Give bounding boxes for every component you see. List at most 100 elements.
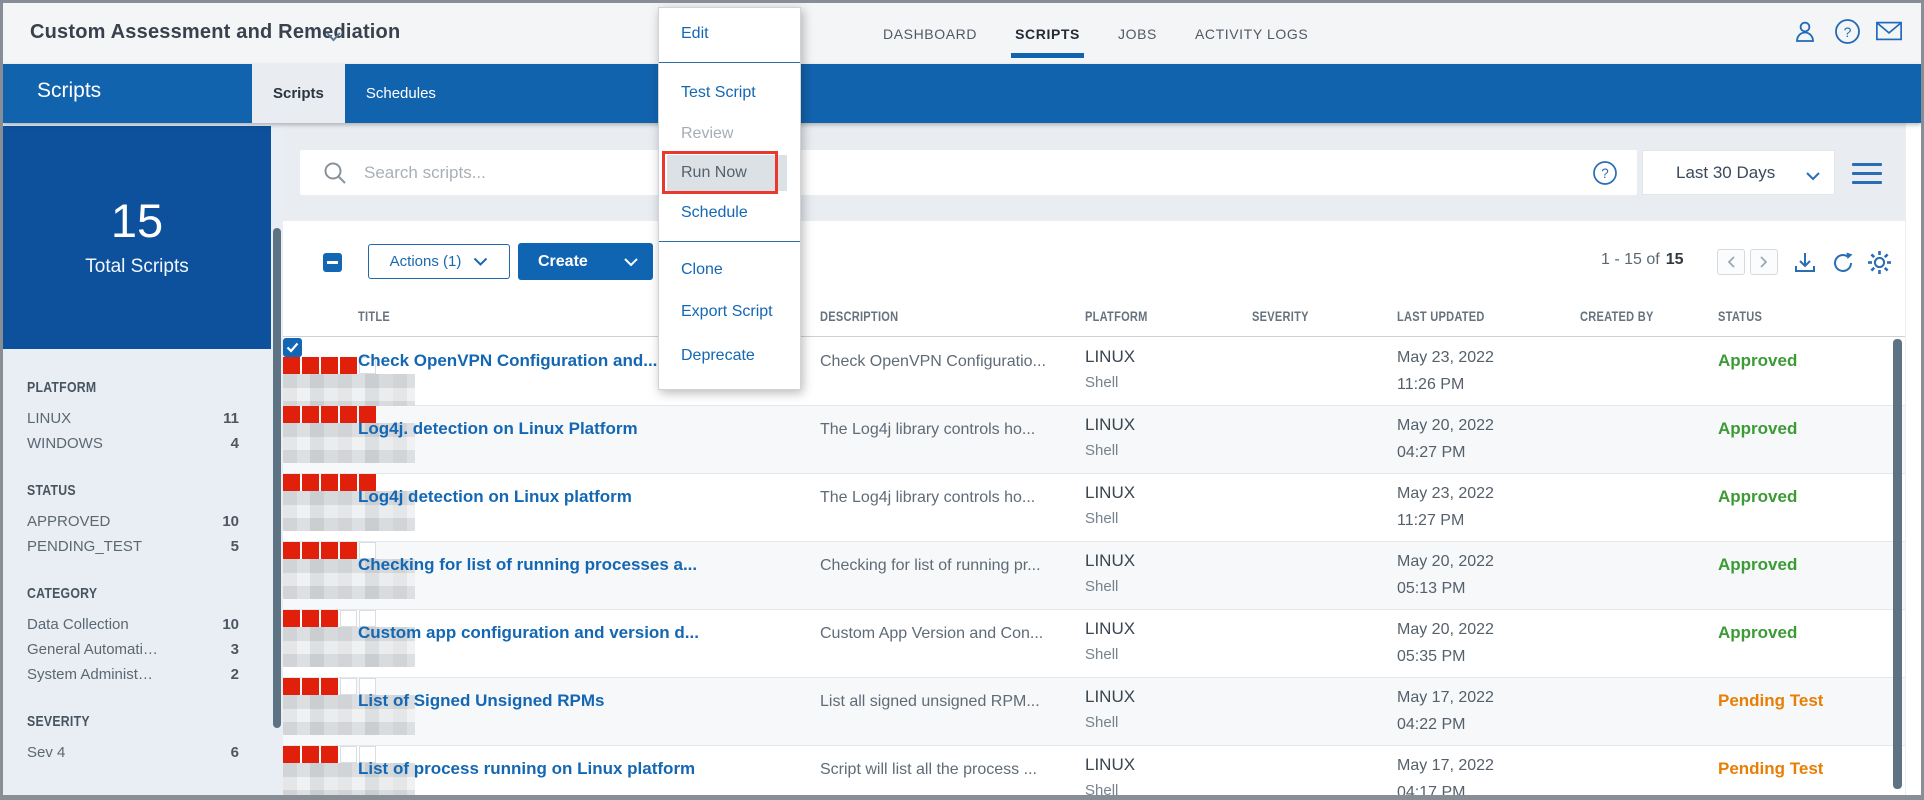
status-badge: Approved: [1718, 623, 1798, 642]
annotation-box: [662, 151, 778, 194]
script-title-link[interactable]: List of process running on Linux platfor…: [358, 759, 813, 779]
facet-section-category: CATEGORY Data Collection 10 General Automat…: [27, 585, 283, 687]
prev-page-button[interactable]: [1717, 249, 1745, 275]
total-scripts-count: 15: [110, 194, 164, 247]
facet-section-title: SEVERITY: [27, 713, 283, 730]
script-title-link[interactable]: Log4j. detection on Linux Platform: [358, 419, 813, 439]
download-icon[interactable]: [1791, 249, 1818, 276]
menu-item-edit[interactable]: Edit: [659, 14, 800, 54]
column-header-status[interactable]: STATUS: [1718, 309, 1772, 324]
script-title-link[interactable]: Custom app configuration and version d..…: [358, 623, 813, 643]
refresh-icon[interactable]: [1829, 249, 1856, 276]
tab-scripts[interactable]: Scripts: [252, 64, 345, 123]
table-row[interactable]: List of process running on Linux platfor…: [283, 746, 1905, 795]
menu-item-label: Test Script: [681, 84, 756, 101]
facet-item-count: 10: [222, 513, 239, 530]
script-description: The Log4j library controls ho...: [820, 489, 1036, 506]
time-range-dropdown[interactable]: Last 30 Days: [1642, 150, 1835, 195]
facet-item[interactable]: System Administ… 2: [27, 662, 239, 687]
menu-item-label: Clone: [681, 261, 723, 278]
severity-segment-filled: [321, 678, 338, 695]
script-platform-type: Shell: [1085, 374, 1119, 391]
script-title-link[interactable]: Log4j detection on Linux platform: [358, 487, 813, 507]
facet-item[interactable]: Sev 4 6: [27, 740, 239, 765]
severity-segment-filled: [321, 357, 338, 374]
column-header-severity[interactable]: SEVERITY: [1252, 309, 1321, 324]
tab-schedules[interactable]: Schedules: [345, 64, 457, 123]
row-checkbox-checked[interactable]: [283, 338, 302, 357]
script-description: Script will list all the process ...: [820, 761, 1037, 778]
facet-item-label: Sev 4: [27, 744, 66, 761]
pagination-total: 15: [1665, 251, 1684, 268]
last-updated-time: 05:13 PM: [1397, 580, 1466, 597]
status-badge: Approved: [1718, 555, 1798, 574]
facet-item-count: 6: [230, 744, 239, 761]
severity-segment-filled: [321, 610, 338, 627]
script-description: The Log4j library controls ho...: [820, 421, 1036, 438]
menu-item-clone[interactable]: Clone: [659, 250, 800, 290]
facet-item[interactable]: WINDOWS 4: [27, 431, 239, 456]
facet-item[interactable]: General Automati… 3: [27, 637, 239, 662]
tab-label: Schedules: [365, 85, 436, 102]
nav-item-dashboard[interactable]: DASHBOARD: [883, 3, 977, 64]
table-scrollbar[interactable]: [1893, 339, 1902, 789]
app-window: Custom Assessment and Remediation DASHBO…: [0, 0, 1924, 800]
table-row[interactable]: Log4j detection on Linux platform The Log…: [283, 474, 1905, 542]
severity-segment-filled: [302, 542, 319, 559]
script-title-link[interactable]: List of Signed Unsigned RPMs: [358, 691, 813, 711]
table-row[interactable]: List of Signed Unsigned RPMs List all sig…: [283, 678, 1905, 746]
nav-item-jobs[interactable]: JOBS: [1118, 3, 1157, 64]
next-page-button[interactable]: [1750, 249, 1778, 275]
table-row[interactable]: Log4j. detection on Linux Platform The Lo…: [283, 406, 1905, 474]
menu-icon[interactable]: [1852, 163, 1882, 184]
facet-item[interactable]: Data Collection 10: [27, 612, 239, 637]
severity-segment-filled: [283, 357, 300, 374]
column-header-last-updated[interactable]: LAST UPDATED: [1397, 309, 1504, 324]
actions-button[interactable]: Actions (1): [368, 244, 510, 279]
sidebar-scrollbar[interactable]: [273, 228, 281, 728]
column-header-created-by[interactable]: CREATED BY: [1580, 309, 1670, 324]
last-updated-time: 11:26 PM: [1397, 376, 1465, 393]
table-row[interactable]: Custom app configuration and version d..…: [283, 610, 1905, 678]
column-header-text: SEVERITY: [1252, 309, 1309, 324]
table-row[interactable]: Checking for list of running processes a…: [283, 542, 1905, 610]
facet-item[interactable]: APPROVED 10: [27, 509, 239, 534]
search-input[interactable]: [362, 156, 1542, 189]
menu-item-label: Schedule: [681, 204, 748, 221]
menu-item-schedule[interactable]: Schedule: [659, 193, 800, 233]
severity-segment-filled: [302, 406, 319, 423]
facet-item[interactable]: LINUX 11: [27, 406, 239, 431]
script-description: Custom App Version and Con...: [820, 625, 1044, 642]
last-updated-time: 04:17 PM: [1397, 784, 1466, 795]
mail-icon[interactable]: [1875, 17, 1903, 45]
nav-item-label: DASHBOARD: [883, 25, 978, 42]
chevron-down-icon[interactable]: [325, 29, 342, 47]
app-title[interactable]: Custom Assessment and Remediation: [30, 21, 400, 44]
status-badge: Approved: [1718, 419, 1798, 438]
user-icon[interactable]: [1791, 17, 1819, 45]
last-updated-time: 04:22 PM: [1397, 716, 1466, 733]
script-title-link[interactable]: Checking for list of running processes a…: [358, 555, 813, 575]
create-button[interactable]: Create: [518, 243, 653, 280]
search-help-icon[interactable]: ?: [1592, 160, 1618, 191]
gear-icon[interactable]: [1866, 249, 1893, 276]
nav-item-scripts[interactable]: SCRIPTS: [1011, 3, 1084, 64]
column-header-text: LAST UPDATED: [1397, 309, 1485, 324]
menu-item-export-script[interactable]: Export Script: [659, 290, 800, 334]
nav-item-activity-logs[interactable]: ACTIVITY LOGS: [1195, 3, 1308, 64]
search-row: ? Last 30 Days: [283, 123, 1905, 221]
help-icon[interactable]: ?: [1833, 17, 1861, 45]
column-header-description[interactable]: DESCRIPTION: [820, 309, 916, 324]
column-header-platform[interactable]: PLATFORM: [1085, 309, 1161, 324]
menu-item-deprecate[interactable]: Deprecate: [659, 334, 800, 378]
menu-item-run-now[interactable]: Run Now: [659, 151, 800, 194]
column-header-title[interactable]: TITLE: [358, 309, 397, 324]
last-updated-date: May 20, 2022: [1397, 417, 1494, 434]
nav-item-label: ACTIVITY LOGS: [1194, 25, 1309, 42]
table-row[interactable]: Check OpenVPN Configuration and... Check …: [283, 338, 1905, 414]
sidebar: 15 Total Scripts PLATFORM LINUX 11 WINDOWS 4…: [3, 123, 283, 795]
menu-item-test-script[interactable]: Test Script: [659, 71, 800, 115]
menu-item-label: Edit: [681, 25, 709, 42]
select-all-checkbox[interactable]: [323, 253, 342, 272]
facet-item[interactable]: PENDING_TEST 5: [27, 534, 239, 559]
